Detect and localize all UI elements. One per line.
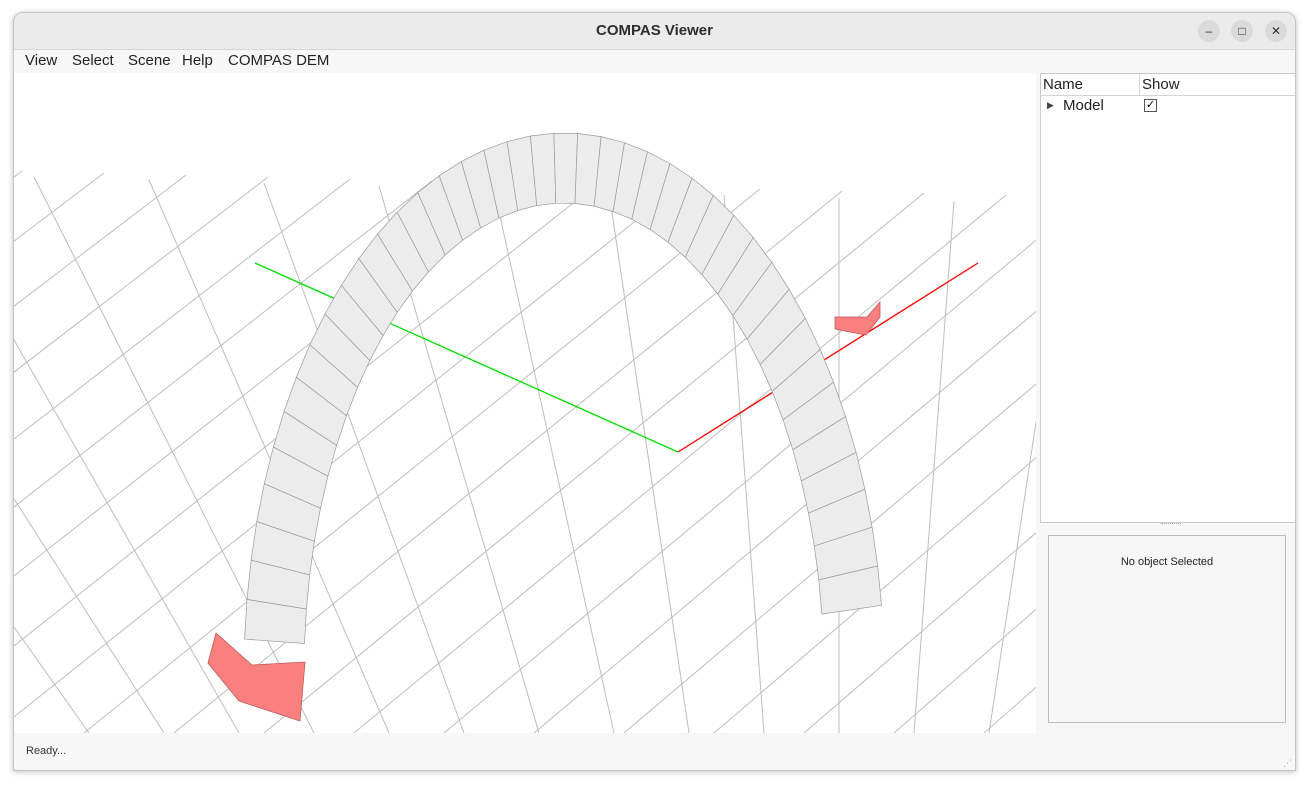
panel-splitter[interactable] [1161, 523, 1181, 526]
arch-model[interactable] [244, 132, 882, 644]
scene-canvas[interactable] [14, 73, 1036, 733]
tree-row-model[interactable]: ▶ Model ✓ [1041, 96, 1295, 116]
status-text: Ready... [26, 745, 67, 757]
viewer-window: COMPAS Viewer – □ ✕ View Select Scene He… [13, 12, 1296, 771]
menu-scene[interactable]: Scene [128, 52, 171, 69]
resize-grip-icon[interactable]: ⋰ [1283, 758, 1293, 768]
minimize-icon: – [1205, 24, 1213, 38]
maximize-button[interactable]: □ [1231, 20, 1253, 42]
tree-header: Name Show [1041, 74, 1295, 96]
menu-help[interactable]: Help [182, 52, 213, 69]
menu-view[interactable]: View [25, 52, 57, 69]
right-support-block[interactable] [834, 300, 881, 336]
scene-tree-panel: Name Show ▶ Model ✓ [1040, 73, 1295, 523]
ground-grid [14, 170, 1036, 733]
properties-panel: No object Selected [1048, 535, 1286, 723]
menu-bar: View Select Scene Help COMPAS DEM [14, 50, 1295, 72]
minimize-button[interactable]: – [1198, 20, 1220, 42]
column-show-header[interactable]: Show [1142, 76, 1180, 93]
menu-select[interactable]: Select [72, 52, 114, 69]
status-bar: Ready... ⋰ [14, 735, 1295, 770]
close-icon: ✕ [1270, 24, 1282, 38]
show-checkbox[interactable]: ✓ [1144, 99, 1157, 112]
expand-arrow-icon[interactable]: ▶ [1047, 100, 1054, 111]
maximize-icon: □ [1238, 24, 1246, 38]
column-name-header[interactable]: Name [1043, 76, 1083, 93]
left-support-block[interactable] [207, 632, 306, 722]
menu-compas-dem[interactable]: COMPAS DEM [228, 52, 329, 69]
no-selection-text: No object Selected [1120, 556, 1214, 568]
title-bar[interactable]: COMPAS Viewer – □ ✕ [14, 13, 1295, 50]
window-title: COMPAS Viewer [596, 22, 713, 39]
arch-block[interactable] [553, 132, 578, 204]
tree-item-label[interactable]: Model [1063, 97, 1104, 114]
3d-viewport[interactable] [14, 73, 1036, 733]
column-separator [1139, 74, 1140, 95]
close-button[interactable]: ✕ [1265, 20, 1287, 42]
